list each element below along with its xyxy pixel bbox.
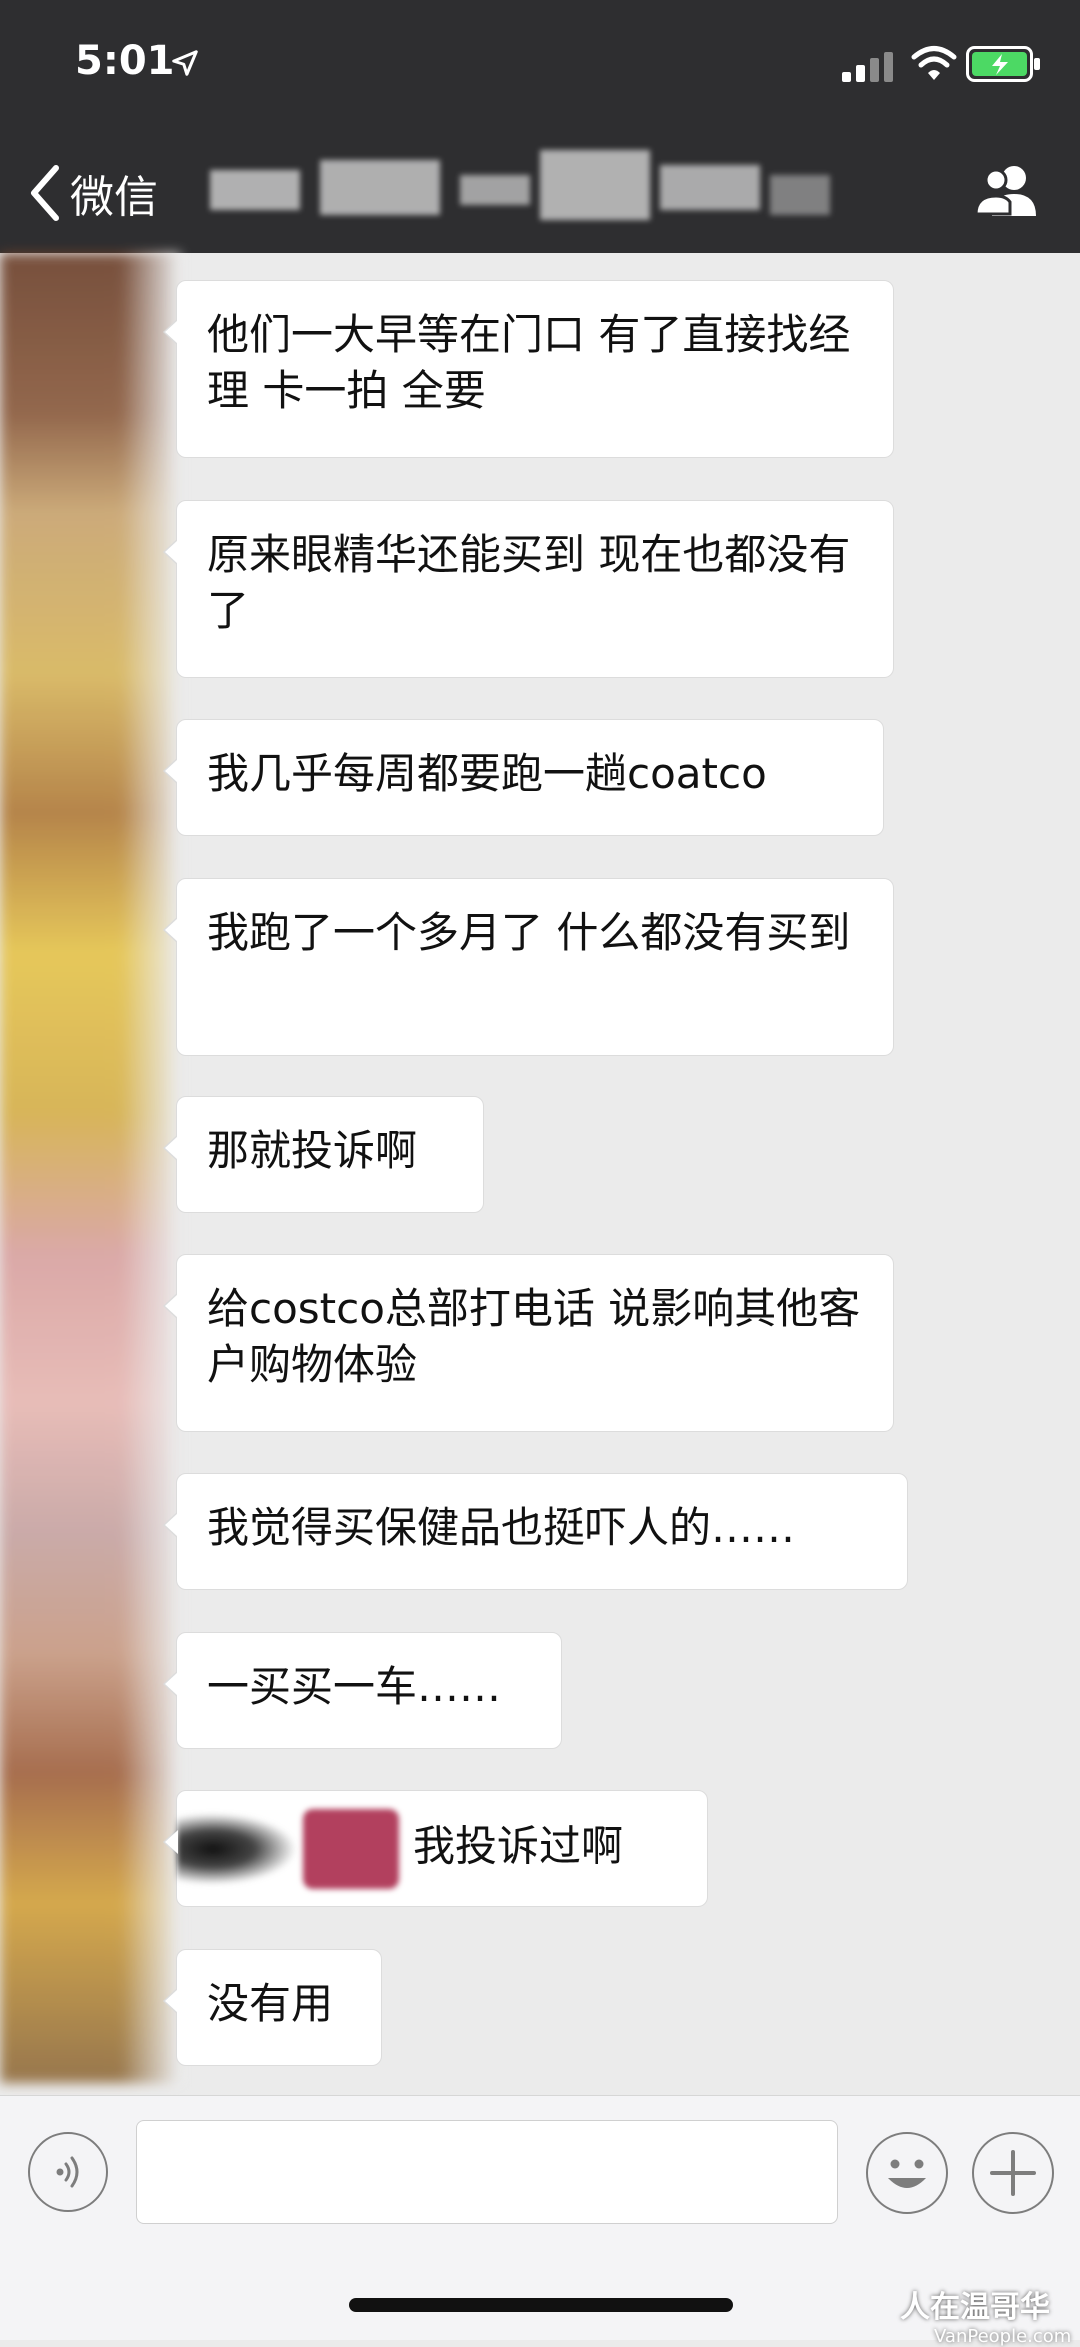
wifi-icon (911, 46, 957, 80)
top-bar: 5:01 微信 (0, 0, 1080, 253)
battery-charging-icon (966, 46, 1040, 82)
home-indicator[interactable] (349, 2298, 733, 2312)
message-text: 他们一大早等在门口 有了直接找经理 卡一拍 全要 (207, 310, 851, 415)
chat-title-redacted (210, 150, 830, 220)
voice-icon (56, 2156, 79, 2188)
location-arrow-icon (172, 50, 198, 76)
watermark-sub: VanPeople.com (934, 2326, 1072, 2347)
message-bubble[interactable]: 那就投诉啊 (163, 1096, 484, 1213)
signal-icon (842, 52, 893, 82)
message-text: 给costco总部打电话 说影响其他客户购物体验 (207, 1284, 861, 1389)
message-bubble[interactable]: 我投诉过啊 (163, 1790, 708, 1907)
message-text: 我觉得买保健品也挺吓人的…… (207, 1503, 796, 1552)
plus-icon (990, 2150, 1036, 2196)
watermark: 人在温哥华 VanPeople.com (900, 2282, 1071, 2347)
emoji-button[interactable] (866, 2132, 948, 2214)
message-bubble[interactable]: 原来眼精华还能买到 现在也都没有了 (163, 500, 894, 678)
message-text: 没有用 (207, 1979, 334, 2028)
message-bubble[interactable]: 我几乎每周都要跑一趟coatco (163, 719, 884, 836)
back-button[interactable]: 微信 (28, 158, 158, 228)
message-text: 原来眼精华还能买到 现在也都没有了 (207, 530, 851, 635)
members-icon[interactable] (972, 162, 1044, 218)
message-text: 那就投诉啊 (207, 1126, 418, 1175)
message-bubble[interactable]: 我觉得买保健品也挺吓人的…… (163, 1473, 908, 1590)
redacted-mark (303, 1809, 399, 1889)
message-text: 我几乎每周都要跑一趟coatco (207, 749, 767, 798)
more-button[interactable] (972, 2132, 1054, 2214)
emoji-icon (888, 2159, 926, 2188)
message-text: 一买买一车…… (207, 1662, 502, 1711)
message-bubble[interactable]: 给costco总部打电话 说影响其他客户购物体验 (163, 1254, 894, 1432)
message-text: 我跑了一个多月了 什么都没有买到 (207, 908, 851, 957)
message-bubble[interactable]: 没有用 (163, 1949, 382, 2066)
message-bubble[interactable]: 一买买一车…… (163, 1632, 562, 1749)
status-time: 5:01 (75, 38, 175, 84)
back-label: 微信 (70, 172, 158, 223)
back-chevron-icon (31, 165, 59, 221)
message-bubble[interactable]: 他们一大早等在门口 有了直接找经理 卡一拍 全要 (163, 280, 894, 458)
watermark-main: 人在温哥华 (900, 2290, 1050, 2325)
voice-button[interactable] (28, 2132, 108, 2212)
avatars-redacted (0, 253, 180, 2083)
message-text: 我投诉过啊 (413, 1821, 624, 1871)
message-bubble[interactable]: 我跑了一个多月了 什么都没有买到 (163, 878, 894, 1056)
message-input[interactable] (136, 2120, 838, 2224)
redacted-mark (177, 1813, 297, 1885)
